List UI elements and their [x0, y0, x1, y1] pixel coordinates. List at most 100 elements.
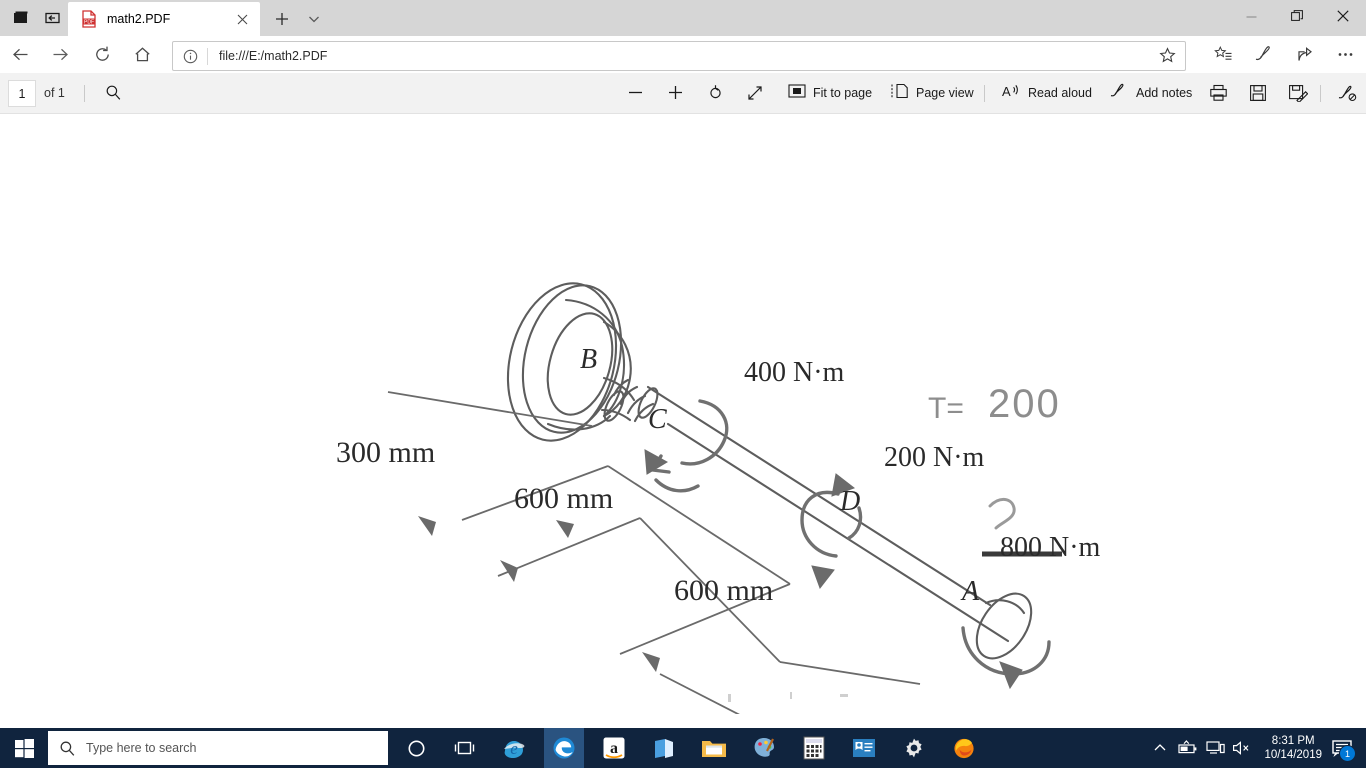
browser-tab[interactable]: PDF math2.PDF: [68, 2, 260, 36]
pdf-toolbar: 1 of 1 Fit to page Page view A Read alou…: [0, 73, 1366, 114]
tab-title: math2.PDF: [107, 12, 171, 26]
more-options-icon[interactable]: [1325, 36, 1365, 73]
address-bar: file:///E:/math2.PDF: [0, 36, 1366, 73]
dim-arrowhead: [642, 652, 660, 672]
point-label-a: A: [962, 576, 980, 607]
page-view-button[interactable]: Page view: [885, 79, 980, 106]
torque-arrowhead-d2: [811, 565, 835, 590]
search-input[interactable]: Type here to search: [48, 731, 388, 765]
zoom-out-button[interactable]: [620, 79, 650, 106]
fit-to-page-icon: [788, 83, 806, 102]
notification-badge: 1: [1339, 745, 1356, 762]
book-icon[interactable]: [644, 728, 684, 768]
handwriting-scribble: [988, 498, 1016, 530]
page-view-label: Page view: [916, 85, 974, 100]
cortana-circle-icon[interactable]: [396, 728, 436, 768]
svg-text:e: e: [510, 739, 518, 758]
read-aloud-icon: A: [1002, 83, 1021, 102]
calculator-icon[interactable]: [794, 728, 834, 768]
save-icon: [1243, 79, 1273, 106]
dimension-label-600mm-1: 600 mm: [514, 482, 614, 515]
search-placeholder: Type here to search: [86, 741, 197, 755]
tab-preview-icon[interactable]: [4, 0, 38, 36]
dim-arrowhead: [418, 516, 436, 536]
add-notes-button[interactable]: Add notes: [1103, 79, 1198, 106]
share-icon[interactable]: [1285, 36, 1325, 73]
star-icon[interactable]: [1150, 41, 1184, 69]
home-icon[interactable]: [122, 36, 162, 73]
dimension-label-300mm: 300 mm: [336, 436, 436, 469]
network-icon[interactable]: [1206, 728, 1225, 768]
url-bar[interactable]: file:///E:/math2.PDF: [172, 41, 1186, 71]
toolbar-divider: [984, 85, 985, 102]
dimension-label-600mm-2: 600 mm: [674, 574, 774, 607]
speaker-muted-icon[interactable]: [1232, 728, 1252, 768]
internet-explorer-icon[interactable]: e: [494, 728, 534, 768]
show-hidden-icons[interactable]: [1152, 728, 1168, 768]
back-arrow-icon[interactable]: [0, 36, 40, 73]
firefox-icon[interactable]: [944, 728, 984, 768]
notification-icon[interactable]: 1: [1324, 728, 1360, 768]
torque-label-400: 400 N·m: [744, 357, 845, 388]
torque-label-200: 200 N·m: [884, 442, 985, 473]
close-icon[interactable]: [229, 6, 255, 32]
pdf-page: 400 N·m 200 N·m 800 N·m 300 mm 600 mm 60…: [0, 114, 1366, 728]
svg-text:PDF: PDF: [84, 19, 94, 25]
point-label-b: B: [580, 344, 598, 375]
read-aloud-label: Read aloud: [1028, 85, 1092, 100]
restore-icon[interactable]: [1274, 0, 1320, 32]
gear-icon[interactable]: [894, 728, 934, 768]
figure-drawing: [387, 282, 1062, 728]
dim-arrowhead: [556, 520, 574, 538]
scan-artifacts: [728, 692, 848, 702]
folder-icon[interactable]: [694, 728, 734, 768]
save-as-icon[interactable]: [1283, 79, 1313, 106]
page-number-input[interactable]: 1: [8, 80, 36, 107]
refresh-icon[interactable]: [82, 36, 122, 73]
windows-start-icon[interactable]: [0, 728, 48, 768]
torque-arrowhead-a: [999, 661, 1023, 690]
forward-arrow-icon[interactable]: [40, 36, 80, 73]
battery-icon[interactable]: [1178, 728, 1198, 768]
pdf-viewer[interactable]: 400 N·m 200 N·m 800 N·m 300 mm 600 mm 60…: [0, 114, 1366, 728]
paint-palette-icon[interactable]: [744, 728, 784, 768]
add-notes-label: Add notes: [1136, 85, 1193, 100]
torque-label-800: 800 N·m: [1000, 532, 1101, 563]
info-icon[interactable]: [173, 49, 207, 64]
point-label-c: C: [648, 404, 667, 435]
pdf-file-icon: PDF: [80, 10, 98, 28]
fit-to-page-button[interactable]: Fit to page: [782, 79, 878, 106]
page-view-icon: [891, 83, 909, 102]
window-controls: [1228, 0, 1366, 32]
set-aside-tabs-icon[interactable]: [36, 0, 70, 36]
favorites-list-icon[interactable]: [1203, 36, 1243, 73]
page-total-label: of 1: [44, 85, 65, 100]
task-view-icon[interactable]: [444, 728, 484, 768]
minimize-icon[interactable]: [1228, 0, 1274, 32]
zoom-in-button[interactable]: [660, 79, 690, 106]
rotate-icon[interactable]: [700, 79, 730, 106]
contact-card-icon[interactable]: [844, 728, 884, 768]
dim-arrowhead: [500, 560, 518, 582]
url-text: file:///E:/math2.PDF: [219, 49, 328, 63]
tab-strip: PDF math2.PDF: [0, 0, 1366, 36]
clock-time: 8:31 PM: [1271, 735, 1315, 747]
highlighter-off-icon[interactable]: [1332, 79, 1362, 106]
collections-pen-icon[interactable]: [1243, 36, 1283, 73]
clock-date: 10/14/2019: [1264, 749, 1322, 761]
search-icon: [48, 740, 86, 757]
edge-icon[interactable]: [544, 728, 584, 768]
point-label-d: D: [840, 486, 861, 517]
toolbar-divider: [84, 85, 85, 102]
chevron-down-icon[interactable]: [300, 6, 328, 32]
search-icon[interactable]: [98, 79, 128, 106]
taskbar: Type here to search e a 8:31 PM 10/14/20…: [0, 728, 1366, 768]
new-tab-button[interactable]: [268, 6, 296, 32]
close-icon[interactable]: [1320, 0, 1366, 32]
print-icon[interactable]: [1203, 79, 1233, 106]
add-notes-pen-icon: [1109, 83, 1129, 102]
clock[interactable]: 8:31 PM 10/14/2019: [1264, 728, 1322, 768]
fit-width-icon[interactable]: [740, 79, 770, 106]
amazon-icon[interactable]: a: [594, 728, 634, 768]
read-aloud-button[interactable]: A Read aloud: [996, 79, 1098, 106]
